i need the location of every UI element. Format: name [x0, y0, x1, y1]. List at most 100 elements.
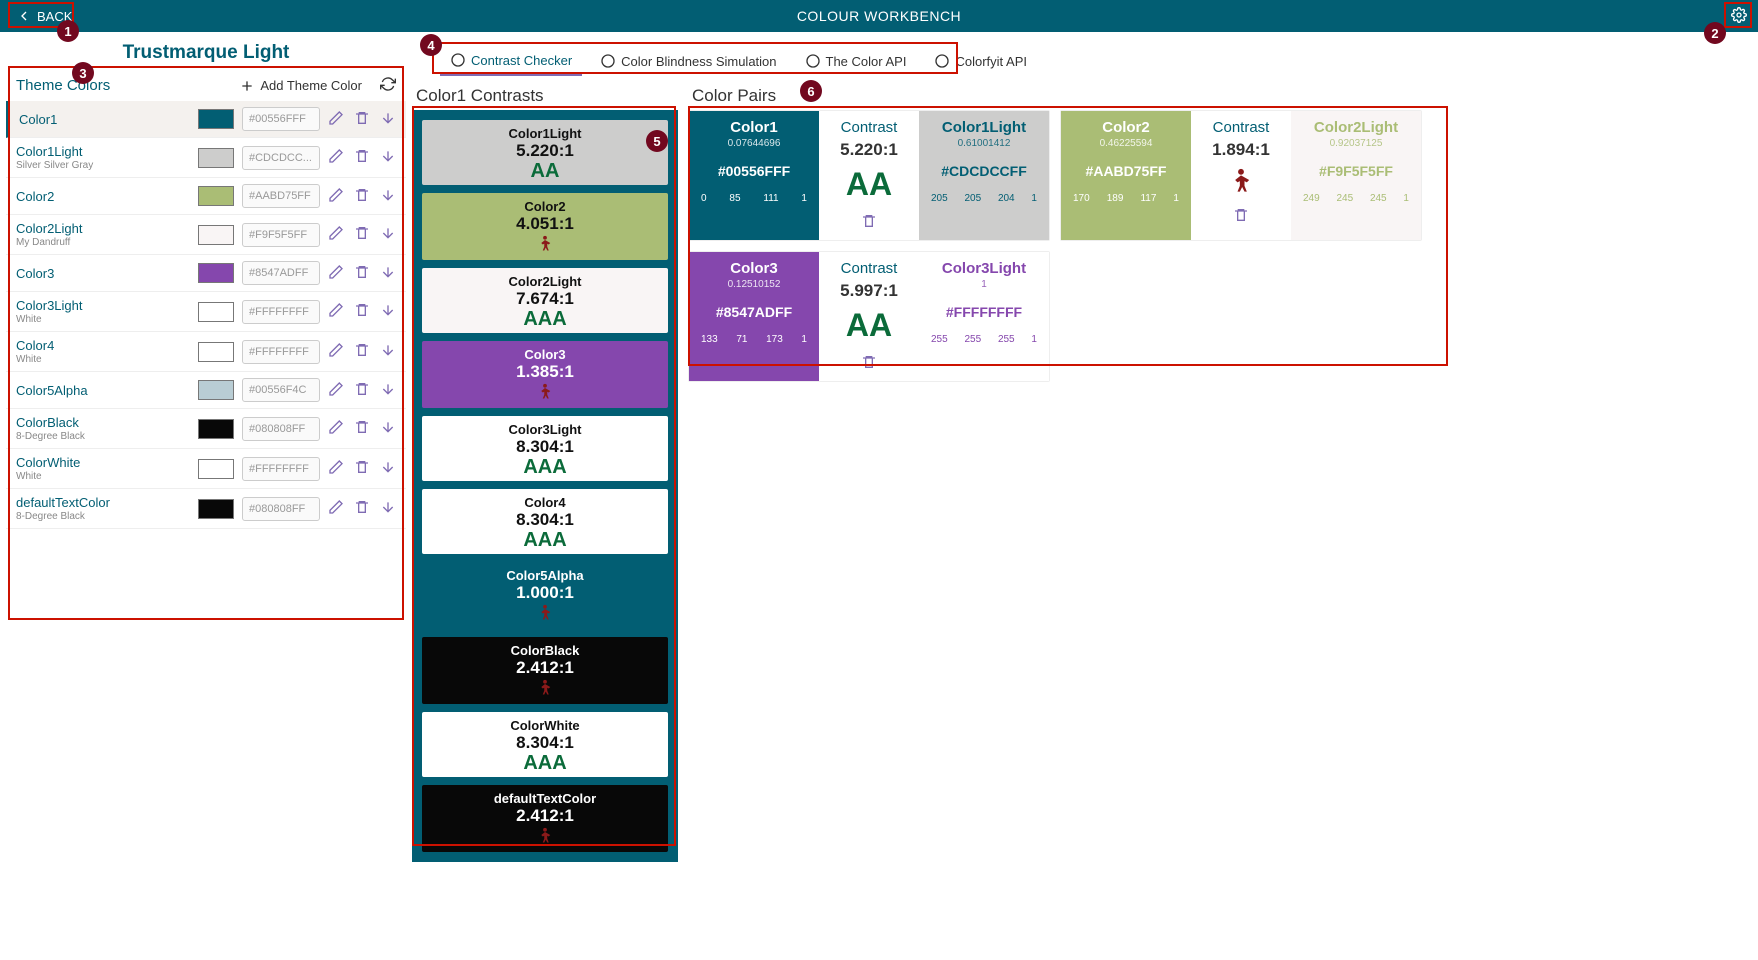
edit-button[interactable] — [328, 419, 344, 438]
move-down-button[interactable] — [380, 459, 396, 478]
color-row[interactable]: ColorWhite White — [6, 449, 406, 489]
move-down-button[interactable] — [380, 187, 396, 206]
contrast-card[interactable]: Color2Light 7.674:1AAA — [422, 268, 668, 333]
hex-input[interactable] — [242, 457, 320, 481]
pair-right-hex: #FFFFFFFF — [925, 304, 1043, 320]
trash-icon — [354, 459, 370, 475]
contrast-card[interactable]: Color2 4.051:1 — [422, 193, 668, 260]
color-swatch[interactable] — [198, 148, 234, 168]
delete-button[interactable] — [354, 148, 370, 167]
edit-button[interactable] — [328, 381, 344, 400]
move-down-button[interactable] — [380, 381, 396, 400]
move-down-button[interactable] — [380, 499, 396, 518]
rating-aa: AA — [426, 161, 664, 181]
pair-delete-button[interactable] — [825, 354, 913, 373]
pair-delete-button[interactable] — [825, 213, 913, 232]
delete-button[interactable] — [354, 302, 370, 321]
color-row[interactable]: Color1 — [6, 101, 406, 138]
color-swatch[interactable] — [198, 263, 234, 283]
delete-button[interactable] — [354, 187, 370, 206]
color-swatch[interactable] — [198, 419, 234, 439]
contrast-card[interactable]: Color4 8.304:1AAA — [422, 489, 668, 554]
color-pairs-panel: 6 Color Pairs Color1 0.07644696 #00556FF… — [688, 86, 1752, 382]
edit-button[interactable] — [328, 187, 344, 206]
color-swatch[interactable] — [198, 380, 234, 400]
color-swatch[interactable] — [198, 459, 234, 479]
delete-button[interactable] — [354, 110, 370, 129]
delete-button[interactable] — [354, 225, 370, 244]
add-theme-color-button[interactable]: Add Theme Color — [239, 78, 362, 94]
pair-left[interactable]: Color2 0.46225594 #AABD75FF 1701891171 — [1061, 111, 1191, 240]
pair-middle: Contrast 5.220:1 AA — [819, 111, 919, 240]
move-down-button[interactable] — [380, 302, 396, 321]
move-down-button[interactable] — [380, 342, 396, 361]
settings-button[interactable] — [1728, 4, 1750, 29]
color-row[interactable]: Color2Light My Dandruff — [6, 215, 406, 255]
pair-delete-button[interactable] — [1197, 207, 1285, 226]
move-down-button[interactable] — [380, 110, 396, 129]
color-swatch[interactable] — [198, 186, 234, 206]
tab[interactable]: Colorfyit API — [924, 46, 1037, 76]
contrast-card[interactable]: ColorWhite 8.304:1AAA — [422, 712, 668, 777]
contrast-card[interactable]: Color1Light 5.220:1AA — [422, 120, 668, 185]
delete-button[interactable] — [354, 459, 370, 478]
color-row[interactable]: Color1Light Silver Silver Gray — [6, 138, 406, 178]
edit-button[interactable] — [328, 225, 344, 244]
pair-left-name: Color1 — [695, 119, 813, 136]
edit-button[interactable] — [328, 148, 344, 167]
color-swatch[interactable] — [198, 302, 234, 322]
edit-button[interactable] — [328, 264, 344, 283]
edit-button[interactable] — [328, 459, 344, 478]
hex-input[interactable] — [242, 300, 320, 324]
color-row[interactable]: Color2 — [6, 178, 406, 215]
color-row[interactable]: Color3Light White — [6, 292, 406, 332]
hex-input[interactable] — [242, 107, 320, 131]
delete-button[interactable] — [354, 342, 370, 361]
pair-left-hex: #AABD75FF — [1067, 163, 1185, 179]
pair-right[interactable]: Color3Light 1 #FFFFFFFF 2552552551 — [919, 252, 1049, 381]
hex-input[interactable] — [242, 146, 320, 170]
hex-input[interactable] — [242, 340, 320, 364]
edit-button[interactable] — [328, 110, 344, 129]
hex-input[interactable] — [242, 261, 320, 285]
contrast-card[interactable]: Color3Light 8.304:1AAA — [422, 416, 668, 481]
color-row[interactable]: Color4 White — [6, 332, 406, 372]
move-down-button[interactable] — [380, 419, 396, 438]
color-swatch[interactable] — [198, 109, 234, 129]
delete-button[interactable] — [354, 264, 370, 283]
move-down-button[interactable] — [380, 264, 396, 283]
hex-input[interactable] — [242, 184, 320, 208]
color-row[interactable]: Color3 — [6, 255, 406, 292]
contrast-card[interactable]: Color5Alpha 1.000:1 — [422, 562, 668, 629]
color-row[interactable]: defaultTextColor 8-Degree Black — [6, 489, 406, 529]
edit-button[interactable] — [328, 342, 344, 361]
pair-right[interactable]: Color2Light 0.92037125 #F9F5F5FF 2492452… — [1291, 111, 1421, 240]
edit-button[interactable] — [328, 302, 344, 321]
color-row[interactable]: Color5Alpha — [6, 372, 406, 409]
tab[interactable]: The Color API — [795, 46, 917, 76]
move-down-button[interactable] — [380, 148, 396, 167]
move-down-button[interactable] — [380, 225, 396, 244]
color-row[interactable]: ColorBlack 8-Degree Black — [6, 409, 406, 449]
tab[interactable]: Contrast Checker — [440, 46, 582, 76]
pair-right[interactable]: Color1Light 0.61001412 #CDCDCCFF 2052052… — [919, 111, 1049, 240]
contrast-card[interactable]: defaultTextColor 2.412:1 — [422, 785, 668, 852]
hex-input[interactable] — [242, 378, 320, 402]
color-swatch[interactable] — [198, 225, 234, 245]
color-swatch[interactable] — [198, 342, 234, 362]
contrast-ratio: 2.412:1 — [426, 658, 664, 678]
delete-button[interactable] — [354, 499, 370, 518]
edit-button[interactable] — [328, 499, 344, 518]
hex-input[interactable] — [242, 497, 320, 521]
color-swatch[interactable] — [198, 499, 234, 519]
delete-button[interactable] — [354, 381, 370, 400]
refresh-button[interactable] — [380, 76, 396, 95]
tab[interactable]: Color Blindness Simulation — [590, 46, 786, 76]
contrast-card[interactable]: ColorBlack 2.412:1 — [422, 637, 668, 704]
hex-input[interactable] — [242, 417, 320, 441]
delete-button[interactable] — [354, 419, 370, 438]
contrast-card[interactable]: Color3 1.385:1 — [422, 341, 668, 408]
pair-left[interactable]: Color1 0.07644696 #00556FFF 0851111 — [689, 111, 819, 240]
hex-input[interactable] — [242, 223, 320, 247]
pair-left[interactable]: Color3 0.12510152 #8547ADFF 133711731 — [689, 252, 819, 381]
